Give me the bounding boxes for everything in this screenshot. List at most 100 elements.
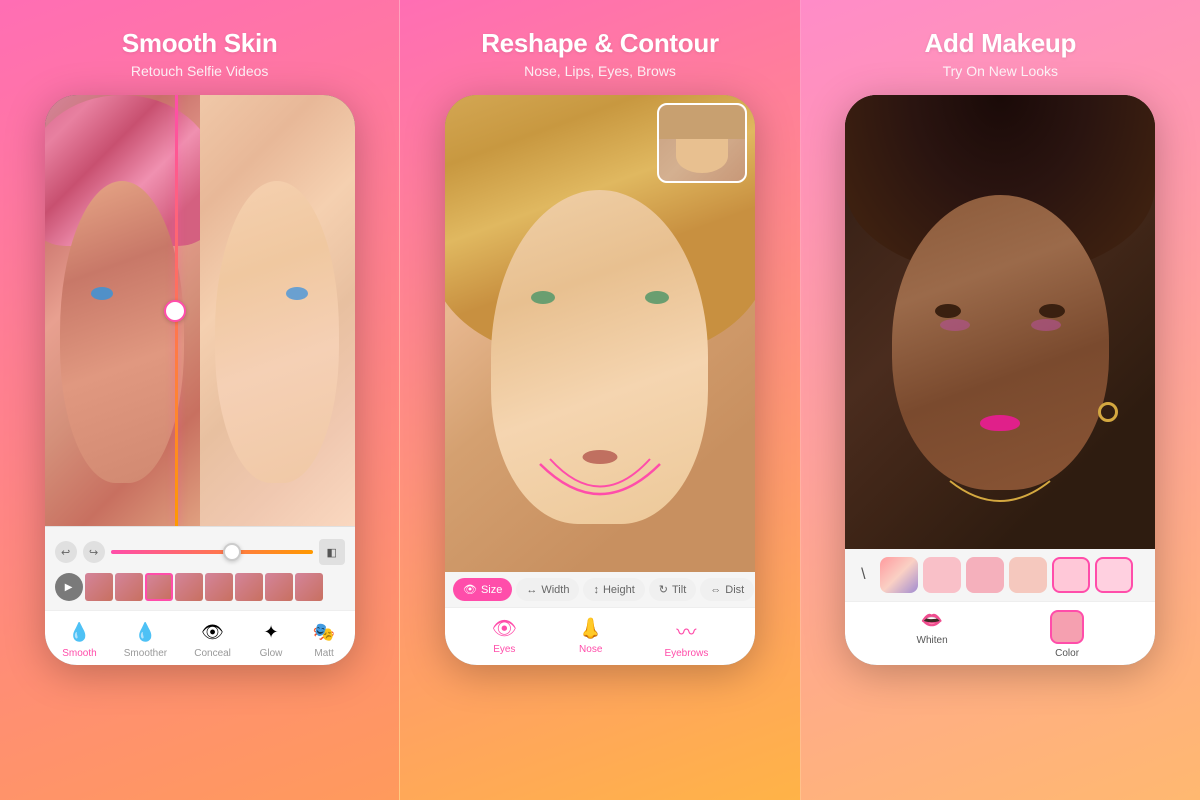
phone-3-screen: ▶ \ <box>845 95 1155 665</box>
girl-right-eye <box>645 291 669 304</box>
eyebrows-icon: 〰 <box>676 616 696 645</box>
eyebrows-tool[interactable]: 〰 Eyebrows <box>664 616 708 659</box>
right-eye <box>286 287 308 300</box>
face-area-2: ▶ <box>445 95 755 572</box>
adjustment-slider[interactable] <box>111 550 313 554</box>
dark-skin-face <box>892 195 1109 490</box>
eyeshadow-left <box>940 319 970 331</box>
matt-icon: 🎭 <box>311 619 337 645</box>
controls-area-1: ↩ ↪ ◧ ▶ <box>45 526 355 610</box>
dark-eye-right <box>1039 304 1065 318</box>
whiten-tool[interactable]: 👄 Whiten <box>917 610 948 659</box>
film-frame[interactable] <box>235 573 263 601</box>
play-button[interactable]: ▶ <box>55 573 83 601</box>
pink-med-swatch[interactable] <box>966 557 1004 593</box>
size-button[interactable]: 👁 Size <box>453 578 512 601</box>
brush-icon: \ <box>851 563 875 587</box>
lips-with-makeup <box>980 415 1020 431</box>
phone-3: ▶ \ <box>845 95 1155 665</box>
film-frame[interactable] <box>295 573 323 601</box>
eyes-tool[interactable]: 👁 Eyes <box>492 616 517 659</box>
girl-left-eye <box>531 291 555 304</box>
conceal-label: Conceal <box>194 648 231 659</box>
nose-tool[interactable]: 👃 Nose <box>578 616 603 659</box>
makeup-colors-row: \ <box>845 549 1155 601</box>
tool-glow[interactable]: ✦ Glow <box>258 619 284 659</box>
inset-comparison-photo <box>657 103 747 183</box>
eyeshadow-right <box>1031 319 1061 331</box>
width-icon: ↔ <box>526 584 537 596</box>
selected-swatch[interactable] <box>1052 557 1090 593</box>
pink-light-swatch[interactable] <box>923 557 961 593</box>
inset-hair <box>659 105 745 139</box>
panel-1-subtitle: Retouch Selfie Videos <box>131 63 269 79</box>
glow-icon: ✦ <box>258 619 284 645</box>
panel-reshape-contour: Reshape & Contour Nose, Lips, Eyes, Brow… <box>399 0 800 800</box>
face-parts-toolbar: 👁 Eyes 👃 Nose 〰 Eyebrows <box>445 607 755 665</box>
filmstrip-1: ▶ <box>55 569 345 605</box>
eyebrows-label: Eyebrows <box>664 648 708 659</box>
panel-add-makeup: Add Makeup Try On New Looks <box>801 0 1200 800</box>
smooth-icon: 💧 <box>66 619 92 645</box>
slider-thumb[interactable] <box>223 543 241 561</box>
tool-smoother[interactable]: 💧 Smoother <box>124 619 167 659</box>
face-3-bg <box>845 95 1155 549</box>
undo-button[interactable]: ↩ <box>55 541 77 563</box>
height-icon: ↕ <box>593 584 599 596</box>
split-handle[interactable] <box>164 300 186 322</box>
compare-button[interactable]: ◧ <box>319 539 345 565</box>
active-swatch[interactable] <box>1095 557 1133 593</box>
whiten-label: Whiten <box>917 635 948 646</box>
phone-1: ↩ ↪ ◧ ▶ <box>45 95 355 665</box>
film-frame[interactable] <box>265 573 293 601</box>
panel-1-title: Smooth Skin <box>122 28 278 59</box>
film-frame[interactable] <box>205 573 233 601</box>
gradient-swatch[interactable] <box>880 557 918 593</box>
lips-icon: 👄 <box>921 610 943 631</box>
nose-label: Nose <box>579 644 602 655</box>
peach-swatch[interactable] <box>1009 557 1047 593</box>
smoother-label: Smoother <box>124 648 167 659</box>
face-2-bg <box>445 95 755 572</box>
film-frame[interactable] <box>115 573 143 601</box>
panel-3-title: Add Makeup <box>925 28 1077 59</box>
height-button[interactable]: ↕ Height <box>583 578 644 601</box>
color-label: Color <box>1055 648 1079 659</box>
panel-2-title: Reshape & Contour <box>481 28 719 59</box>
panel-smooth-skin: Smooth Skin Retouch Selfie Videos <box>0 0 399 800</box>
face-area-3: ▶ <box>845 95 1155 549</box>
tool-smooth[interactable]: 💧 Smooth <box>62 619 96 659</box>
panel-2-subtitle: Nose, Lips, Eyes, Brows <box>524 63 676 79</box>
dist-icon: ⇔ <box>710 584 721 596</box>
left-eye <box>91 287 113 300</box>
color-tool[interactable]: Color <box>1050 610 1084 659</box>
redo-button[interactable]: ↪ <box>83 541 105 563</box>
eyes-label: Eyes <box>493 644 515 655</box>
reshape-toolbar: 👁 Size ↔ Width ↕ Height ↻ Tilt ⇔ Dist <box>445 572 755 607</box>
width-button[interactable]: ↔ Width <box>516 578 579 601</box>
dark-eye-left <box>935 304 961 318</box>
smooth-label: Smooth <box>62 648 96 659</box>
eye-icon: 👁 <box>463 583 477 596</box>
eyes-icon: 👁 <box>492 616 517 641</box>
face-area-1 <box>45 95 355 526</box>
tool-conceal[interactable]: 👁 Conceal <box>194 619 231 659</box>
skin-right <box>215 181 339 483</box>
phone-2-screen: ▶ 👁 Size ↔ Wi <box>445 95 755 665</box>
phone-2: ▶ 👁 Size ↔ Wi <box>445 95 755 665</box>
necklace-curve <box>940 476 1060 526</box>
skin-left <box>60 181 184 483</box>
tilt-button[interactable]: ↻ Tilt <box>649 578 696 601</box>
contour-curve <box>520 454 680 534</box>
face-right-edited <box>200 95 355 526</box>
nose-icon: 👃 <box>578 616 603 641</box>
film-frame[interactable] <box>85 573 113 601</box>
slider-row: ↩ ↪ ◧ <box>55 535 345 569</box>
inset-skin <box>676 139 728 173</box>
dist-button[interactable]: ⇔ Dist <box>700 578 754 601</box>
tool-matt[interactable]: 🎭 Matt <box>311 619 337 659</box>
film-frame[interactable] <box>145 573 173 601</box>
film-frame[interactable] <box>175 573 203 601</box>
panel-3-subtitle: Try On New Looks <box>943 63 1058 79</box>
hoop-earring <box>1098 402 1118 422</box>
